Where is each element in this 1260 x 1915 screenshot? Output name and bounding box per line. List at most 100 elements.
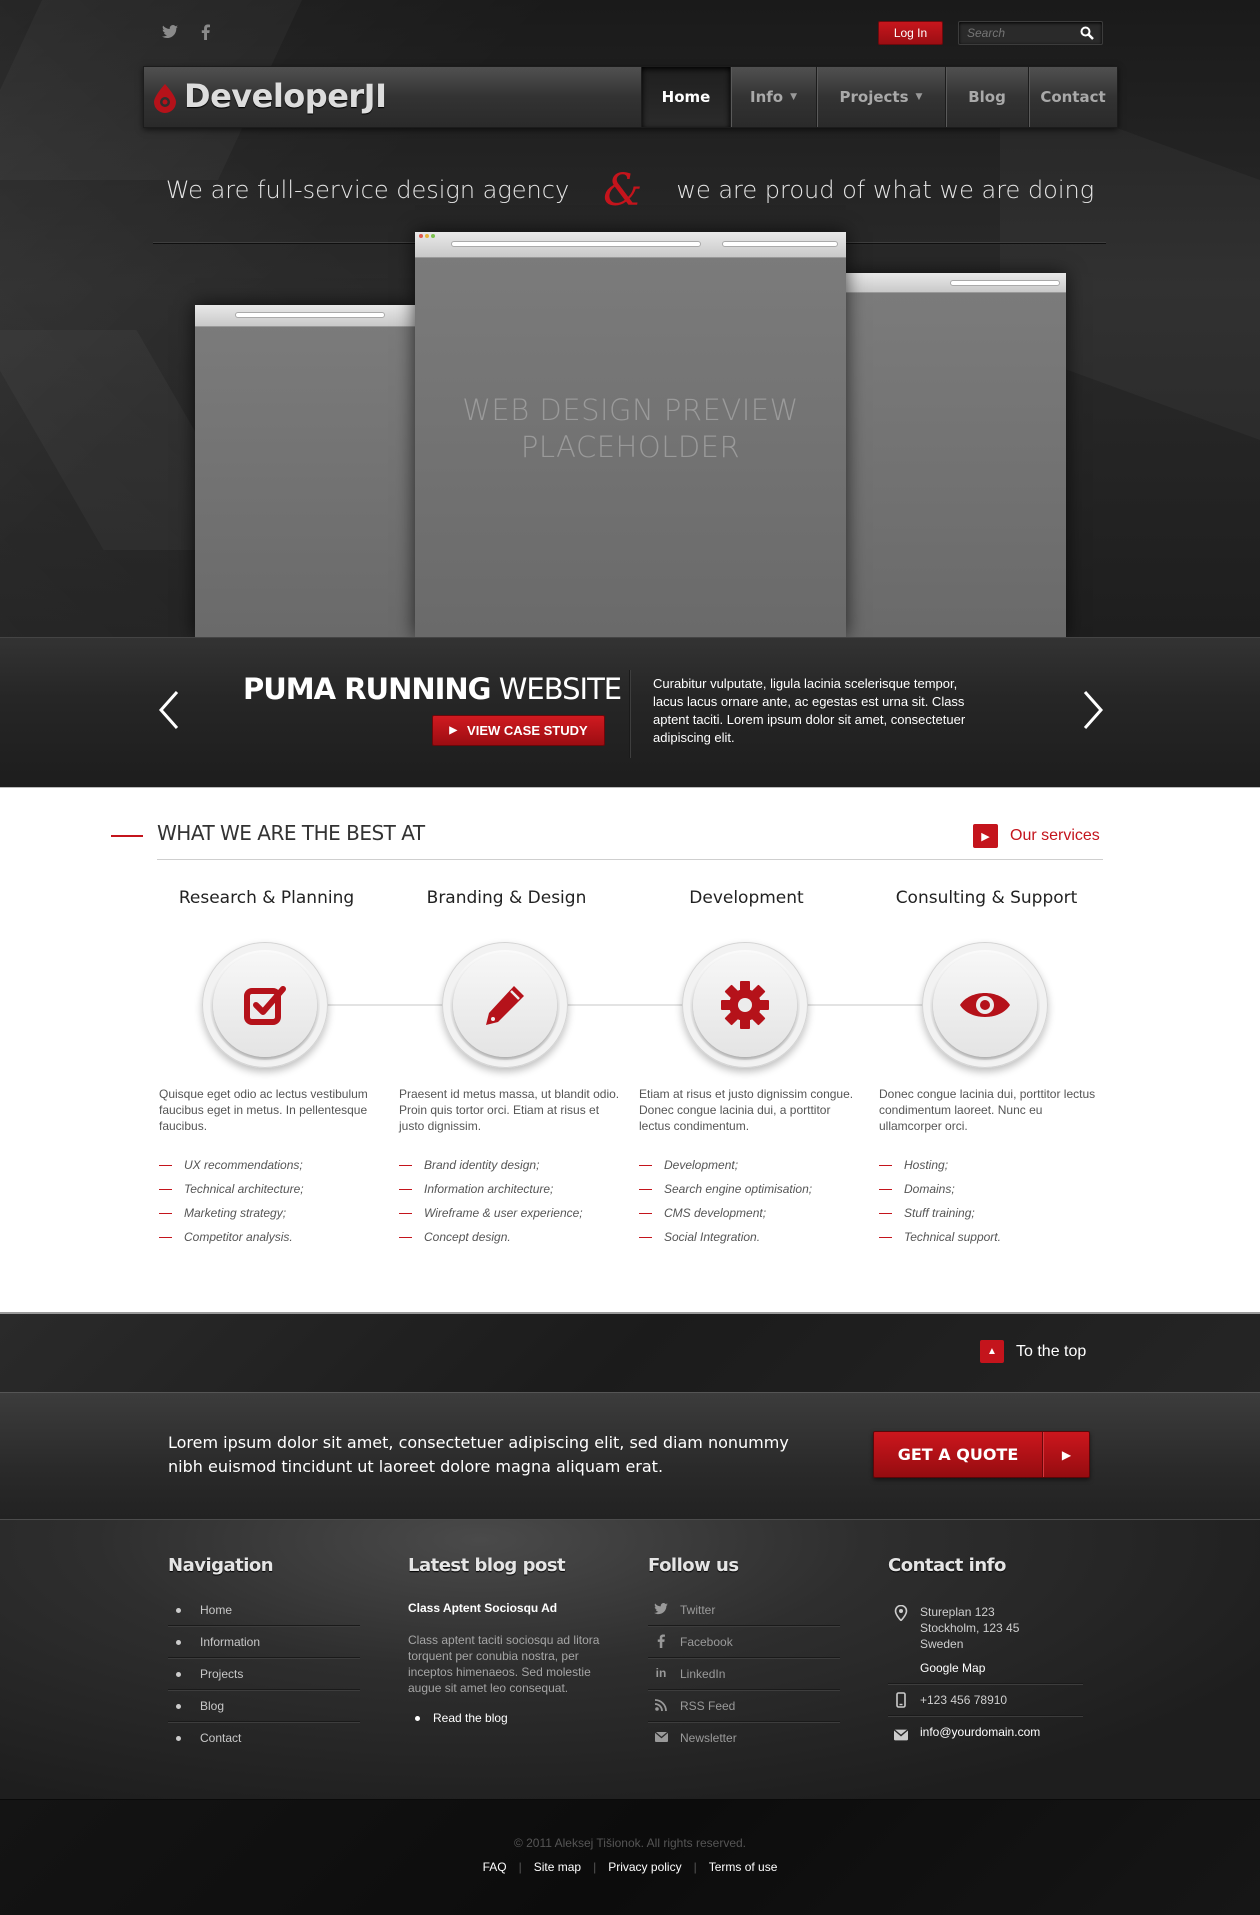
service-icon-circle[interactable] <box>682 942 808 1068</box>
next-arrow-icon[interactable] <box>1077 688 1107 732</box>
footer-nav-information[interactable]: Information <box>168 1626 360 1658</box>
address-line-1: Stureplan 123 <box>920 1605 995 1619</box>
service-list-item: Wireframe & user experience; <box>399 1205 583 1229</box>
rss-icon <box>654 1698 668 1712</box>
chevron-right-icon[interactable]: ▶ <box>973 824 998 848</box>
facebook-icon[interactable] <box>195 22 215 42</box>
services-heading: WHAT WE ARE THE BEST AT <box>157 821 425 845</box>
link-separator: | <box>518 1860 522 1874</box>
terms-of-use-link[interactable]: Terms of use <box>709 1860 778 1874</box>
footer-follow-title: Follow us <box>648 1555 739 1576</box>
service-list-item: UX recommendations; <box>159 1157 304 1181</box>
quote-button-label: GET A QUOTE <box>897 1445 1019 1464</box>
footer-nav-home[interactable]: Home <box>168 1594 360 1626</box>
read-the-blog-link[interactable]: Read the blog <box>408 1711 608 1725</box>
map-pin-icon <box>894 1605 908 1621</box>
our-services-link[interactable]: Our services <box>1010 827 1100 845</box>
address-line-2: Stockholm, 123 45 <box>920 1621 1020 1635</box>
search-icon[interactable] <box>1080 26 1094 40</box>
search-input[interactable] <box>959 22 1069 44</box>
pencil-icon <box>486 986 524 1025</box>
footer-nav-projects[interactable]: Projects <box>168 1658 360 1690</box>
search-box[interactable] <box>958 21 1103 45</box>
to-top-link[interactable]: To the top <box>1016 1343 1086 1361</box>
follow-linkedin-label: LinkedIn <box>680 1666 726 1681</box>
footer-contact-title: Contact info <box>888 1555 1006 1576</box>
follow-twitter-label: Twitter <box>680 1602 716 1617</box>
follow-newsletter[interactable]: Newsletter <box>648 1722 840 1754</box>
envelope-icon <box>654 1730 668 1744</box>
main-nav-bar: DeveloperJI Home Info ▼ Projects ▼ Blog Co… <box>143 66 1118 128</box>
tagline-right: we are proud of what we are doing <box>676 176 1095 204</box>
quote-text: Lorem ipsum dolor sit amet, consectetuer… <box>168 1433 789 1476</box>
nav-contact[interactable]: Contact <box>1028 67 1117 127</box>
blog-post-title[interactable]: Class Aptent Sociosqu Ad <box>408 1601 608 1615</box>
email-link[interactable]: info@yourdomain.com <box>920 1725 1040 1739</box>
service-title: Research & Planning <box>178 888 355 908</box>
service-description: Etiam at risus et justo dignissim congue… <box>639 1087 854 1133</box>
nav-home[interactable]: Home <box>641 67 730 127</box>
service-list: Hosting; Domains; Stuff training; Techni… <box>879 1157 1001 1253</box>
view-case-study-button[interactable]: ▶ VIEW CASE STUDY <box>432 715 605 746</box>
linkedin-icon: in <box>655 1666 667 1680</box>
footer-nav-contact[interactable]: Contact <box>168 1722 360 1754</box>
service-icon-circle[interactable] <box>202 942 328 1068</box>
nav-info[interactable]: Info ▼ <box>730 67 816 127</box>
service-icon-circle[interactable] <box>442 942 568 1068</box>
site-map-link[interactable]: Site map <box>534 1860 581 1874</box>
tagline-ampersand: & <box>603 164 643 216</box>
faq-link[interactable]: FAQ <box>483 1860 507 1874</box>
google-map-link[interactable]: Google Map <box>920 1660 1083 1676</box>
nav-home-label: Home <box>661 88 711 106</box>
button-separator <box>1042 1432 1043 1477</box>
service-list-item: Concept design. <box>399 1229 583 1253</box>
footer-nav-list: Home Information Projects Blog Contact <box>168 1594 360 1754</box>
case-study-description: Curabitur vulputate, ligula lacinia scel… <box>653 676 966 745</box>
phone-icon <box>896 1692 906 1708</box>
footer: Navigation Home Information Projects Blo… <box>0 1519 1260 1799</box>
case-title-light: WEBSITE <box>498 672 622 706</box>
follow-linkedin[interactable]: in LinkedIn <box>648 1658 840 1690</box>
get-a-quote-button[interactable]: GET A QUOTE ▶ <box>873 1431 1090 1478</box>
follow-twitter[interactable]: Twitter <box>648 1594 840 1626</box>
heading-accent-line <box>111 835 143 837</box>
hero-tagline: We are full-service design agency & we a… <box>0 165 1260 216</box>
case-title-bold: PUMA RUNNING <box>243 672 491 706</box>
nav-projects[interactable]: Projects ▼ <box>816 67 945 127</box>
copyright-text: © 2011 Aleksej Tišionok. All rights rese… <box>513 1836 747 1850</box>
chevron-up-icon[interactable]: ▲ <box>980 1340 1004 1363</box>
preview-line-1: WEB DESIGN PREVIEW <box>462 393 799 427</box>
service-list-item: CMS development; <box>639 1205 812 1229</box>
follow-rss[interactable]: RSS Feed <box>648 1690 840 1722</box>
privacy-policy-link[interactable]: Privacy policy <box>608 1860 681 1874</box>
follow-facebook[interactable]: Facebook <box>648 1626 840 1658</box>
to-top-strip: ▲ To the top <box>0 1312 1260 1392</box>
heading-rule <box>157 859 1103 860</box>
case-button-label: VIEW CASE STUDY <box>467 723 588 738</box>
case-study-slider: PUMA RUNNING WEBSITE ▶ VIEW CASE STUDY C… <box>0 637 1260 787</box>
envelope-icon <box>894 1729 908 1741</box>
twitter-icon[interactable] <box>160 22 180 42</box>
login-button[interactable]: Log In <box>878 21 943 45</box>
footer-latest-blog: Latest blog post Class Aptent Sociosqu A… <box>408 1555 608 1725</box>
browser-chrome <box>842 273 1066 293</box>
service-list-item: Domains; <box>879 1181 1001 1205</box>
footer-nav-blog[interactable]: Blog <box>168 1690 360 1722</box>
contact-address: Stureplan 123 Stockholm, 123 45 Sweden G… <box>888 1594 1083 1684</box>
service-description: Quisque eget odio ac lectus vestibulum f… <box>159 1087 368 1133</box>
case-study-title: PUMA RUNNING WEBSITE <box>243 672 622 706</box>
prev-arrow-icon[interactable] <box>155 688 185 732</box>
service-list-item: Search engine optimisation; <box>639 1181 812 1205</box>
preview-line-2: PLACEHOLDER <box>520 430 741 464</box>
nav-blog[interactable]: Blog <box>945 67 1028 127</box>
chevron-down-icon: ▼ <box>790 92 797 102</box>
chevron-right-icon: ▶ <box>449 725 458 736</box>
service-list-item: Brand identity design; <box>399 1157 583 1181</box>
service-icon-circle[interactable] <box>922 942 1048 1068</box>
nav-info-label: Info <box>749 88 784 106</box>
quote-band: Lorem ipsum dolor sit amet, consectetuer… <box>0 1392 1260 1519</box>
checkbox-icon <box>244 986 286 1025</box>
follow-facebook-label: Facebook <box>680 1634 733 1649</box>
footer-nav-title: Navigation <box>168 1555 274 1576</box>
logo-text[interactable]: DeveloperJI <box>184 77 387 115</box>
